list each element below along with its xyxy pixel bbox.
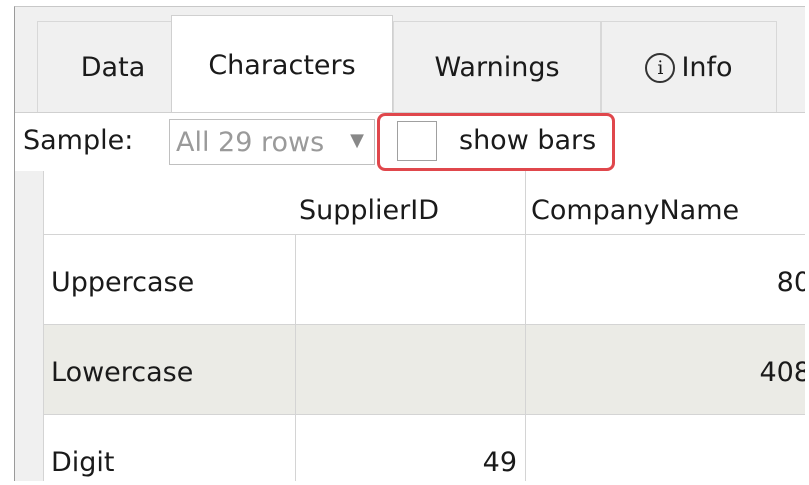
table-row: Uppercase 80 bbox=[43, 235, 805, 325]
tab-warnings-label: Warnings bbox=[434, 52, 560, 83]
tab-data[interactable]: Data bbox=[37, 21, 189, 113]
cell-companyname: 408 bbox=[759, 357, 805, 388]
grid-line bbox=[43, 414, 805, 415]
cell-supplierid: 49 bbox=[482, 447, 517, 478]
left-margin bbox=[0, 0, 14, 485]
grid-line bbox=[43, 234, 805, 235]
row-label: Uppercase bbox=[51, 267, 195, 298]
characters-table: SupplierID CompanyName Uppercase 80 Lowe… bbox=[43, 171, 805, 481]
characters-toolbar: Sample: All 29 rows ▼ show bars bbox=[15, 113, 805, 171]
grid-line bbox=[43, 324, 805, 325]
column-header-companyname[interactable]: CompanyName bbox=[531, 195, 739, 226]
tab-info-label: Info bbox=[681, 52, 733, 83]
sample-label: Sample: bbox=[23, 125, 134, 156]
row-label: Digit bbox=[51, 447, 115, 478]
sample-dropdown[interactable]: All 29 rows ▼ bbox=[169, 119, 375, 165]
table-row: Digit 49 bbox=[43, 415, 805, 481]
tab-warnings[interactable]: Warnings bbox=[393, 21, 601, 113]
tab-info[interactable]: i Info bbox=[601, 21, 777, 113]
show-bars-checkbox[interactable] bbox=[397, 121, 437, 161]
tab-characters-label: Characters bbox=[208, 50, 356, 81]
tab-bar: Data Characters Warnings i Info bbox=[15, 7, 805, 115]
grid-line bbox=[295, 235, 296, 481]
grid-line bbox=[43, 171, 44, 481]
table-row: Lowercase 408 bbox=[43, 325, 805, 415]
row-label: Lowercase bbox=[51, 357, 194, 388]
tab-characters[interactable]: Characters bbox=[171, 15, 393, 115]
show-bars-label[interactable]: show bars bbox=[459, 125, 596, 156]
grid-line bbox=[525, 171, 526, 481]
app-panel: Data Characters Warnings i Info Sample: … bbox=[14, 6, 805, 481]
cell-companyname: 80 bbox=[776, 267, 805, 298]
column-header-supplierid[interactable]: SupplierID bbox=[299, 195, 439, 226]
info-icon: i bbox=[645, 52, 676, 83]
tab-data-label: Data bbox=[80, 52, 146, 83]
chevron-down-icon: ▼ bbox=[350, 130, 364, 151]
sample-dropdown-value: All 29 rows bbox=[176, 126, 325, 158]
